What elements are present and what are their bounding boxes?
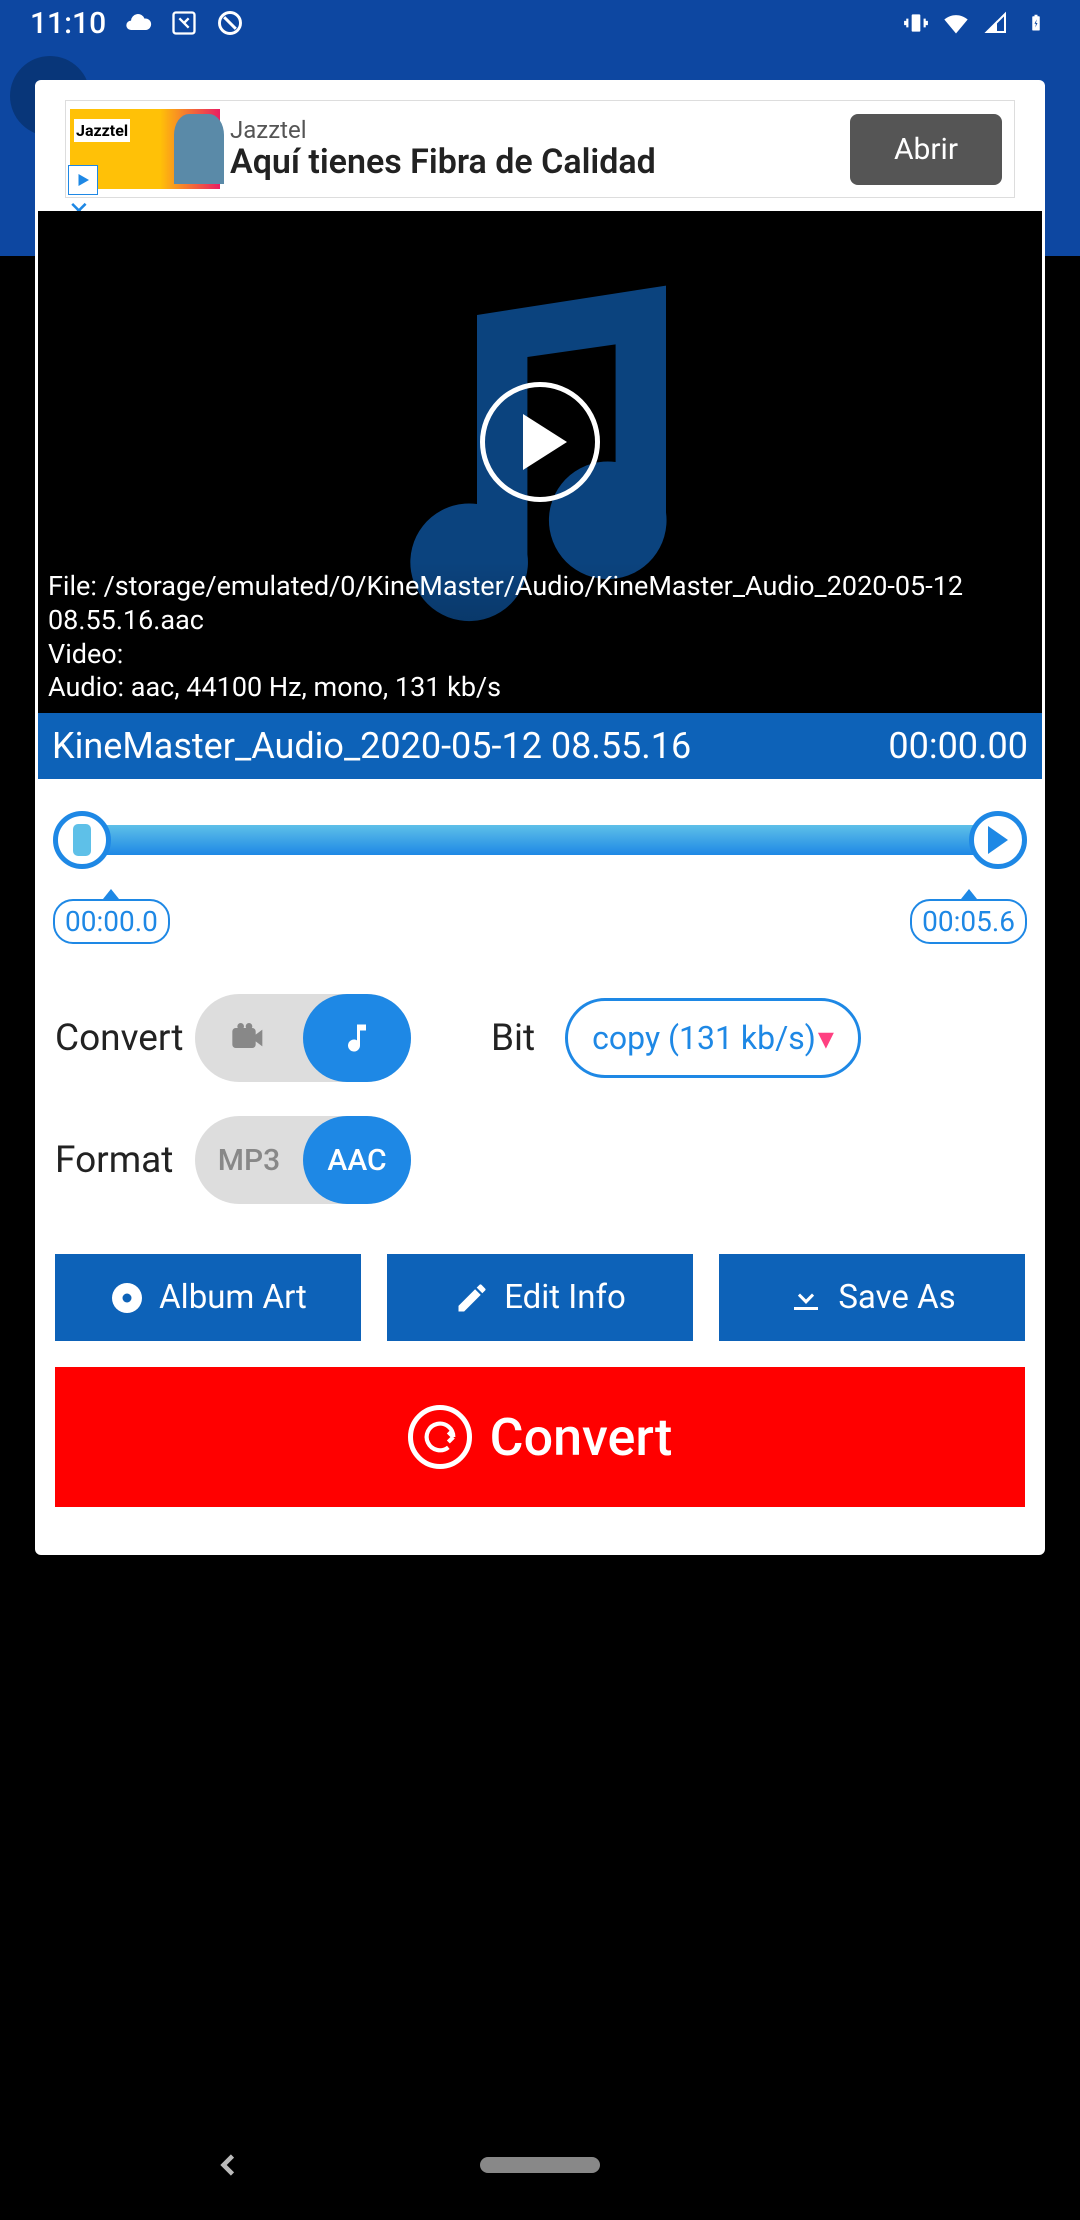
pencil-icon bbox=[454, 1280, 490, 1316]
format-toggle[interactable]: MP3 AAC bbox=[195, 1116, 411, 1204]
format-aac-option[interactable]: AAC bbox=[303, 1116, 411, 1204]
nav-home-button[interactable] bbox=[480, 2157, 600, 2173]
ad-brand-logo: Jazztel bbox=[74, 119, 130, 142]
time-start-chip[interactable]: 00:00.0 bbox=[53, 899, 170, 944]
convert-dialog: Jazztel ✕ Jazztel Aquí tienes Fibra de C… bbox=[35, 80, 1045, 1555]
convert-video-option[interactable] bbox=[195, 1018, 303, 1058]
status-bar: 11:10 bbox=[0, 0, 1080, 46]
nav-back-button[interactable] bbox=[210, 2147, 246, 2183]
save-as-label: Save As bbox=[838, 1278, 955, 1317]
title-bar: KineMaster_Audio_2020-05-12 08.55.16 00:… bbox=[38, 713, 1042, 779]
save-as-button[interactable]: Save As bbox=[719, 1254, 1025, 1341]
file-path: File: /storage/emulated/0/KineMaster/Aud… bbox=[48, 570, 1032, 638]
audio-info: Audio: aac, 44100 Hz, mono, 131 kb/s bbox=[48, 671, 1032, 705]
format-mp3-option[interactable]: MP3 bbox=[195, 1143, 303, 1178]
ad-banner[interactable]: Jazztel ✕ Jazztel Aquí tienes Fibra de C… bbox=[65, 100, 1015, 198]
download-icon bbox=[788, 1280, 824, 1316]
album-art-label: Album Art bbox=[159, 1278, 307, 1317]
signal-icon bbox=[982, 9, 1010, 37]
dnd-icon bbox=[216, 9, 244, 37]
trim-slider: 00:00.0 00:05.6 bbox=[35, 779, 1045, 954]
play-button[interactable] bbox=[480, 382, 600, 502]
nav-bar bbox=[0, 2110, 1080, 2220]
ad-open-button[interactable]: Abrir bbox=[850, 114, 1002, 185]
track-name: KineMaster_Audio_2020-05-12 08.55.16 bbox=[52, 725, 888, 767]
ad-text: Jazztel Aquí tienes Fibra de Calidad bbox=[220, 116, 850, 181]
convert-label: Convert bbox=[55, 1017, 185, 1060]
convert-audio-option[interactable] bbox=[303, 994, 411, 1082]
cloud-icon bbox=[124, 9, 152, 37]
convert-type-toggle[interactable] bbox=[195, 994, 411, 1082]
slider-handle-start[interactable] bbox=[53, 811, 111, 869]
play-icon bbox=[523, 414, 567, 470]
slider-track[interactable] bbox=[53, 809, 1027, 871]
slider-fill bbox=[83, 825, 997, 855]
album-art-button[interactable]: Album Art bbox=[55, 1254, 361, 1341]
disc-icon bbox=[109, 1280, 145, 1316]
battery-icon bbox=[1022, 9, 1050, 37]
file-info: File: /storage/emulated/0/KineMaster/Aud… bbox=[38, 562, 1042, 713]
options-panel: Convert Bit copy (131 kb/s) Format MP3 A… bbox=[35, 954, 1045, 1248]
slider-handle-end[interactable] bbox=[969, 811, 1027, 869]
bitrate-dropdown[interactable]: copy (131 kb/s) bbox=[565, 998, 861, 1078]
bitrate-value: copy (131 kb/s) bbox=[592, 1019, 816, 1057]
adchoices-icon[interactable] bbox=[68, 165, 98, 195]
convert-button-label: Convert bbox=[490, 1407, 673, 1468]
sync-icon bbox=[408, 1405, 472, 1469]
format-label: Format bbox=[55, 1139, 185, 1182]
convert-button[interactable]: Convert bbox=[55, 1367, 1025, 1507]
media-preview[interactable]: File: /storage/emulated/0/KineMaster/Aud… bbox=[38, 211, 1042, 713]
ad-subtitle: Jazztel bbox=[230, 116, 840, 144]
wifi-icon bbox=[942, 9, 970, 37]
vibrate-icon bbox=[902, 9, 930, 37]
apps-icon bbox=[170, 9, 198, 37]
edit-info-label: Edit Info bbox=[504, 1278, 626, 1317]
action-buttons: Album Art Edit Info Save As bbox=[35, 1248, 1045, 1361]
status-time: 11:10 bbox=[30, 6, 106, 41]
track-time: 00:00.00 bbox=[888, 725, 1028, 767]
bit-label: Bit bbox=[491, 1017, 535, 1060]
ad-headline: Aquí tienes Fibra de Calidad bbox=[230, 144, 840, 181]
time-end-chip[interactable]: 00:05.6 bbox=[910, 899, 1027, 944]
video-info: Video: bbox=[48, 638, 1032, 672]
edit-info-button[interactable]: Edit Info bbox=[387, 1254, 693, 1341]
